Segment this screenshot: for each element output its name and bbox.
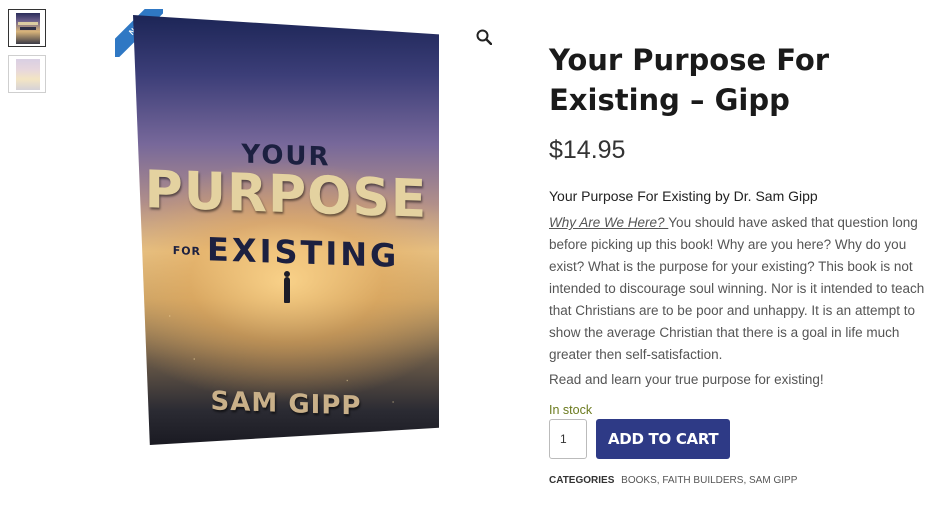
category-link-faith-builders[interactable]: FAITH BUILDERS <box>662 475 743 486</box>
description-body: You should have asked that question long… <box>549 215 925 362</box>
cover-line-3-prefix: FOR <box>172 243 202 258</box>
thumbnail-cover[interactable] <box>8 9 46 47</box>
category-link-books[interactable]: BOOKS <box>621 475 657 486</box>
thumbnail-list <box>8 9 48 101</box>
product-title: Your Purpose For Existing – Gipp <box>549 43 830 117</box>
product-description: Why Are We Here? You should have asked t… <box>549 212 944 366</box>
product-price: $14.95 <box>549 136 626 164</box>
cover-line-2: PURPOSE <box>144 160 428 230</box>
category-link-sam-gipp[interactable]: SAM GIPP <box>749 475 797 486</box>
book-cover-image[interactable]: YOUR PURPOSE FOR EXISTING SAM GIPP <box>133 15 439 445</box>
thumbnail-cover-alt[interactable] <box>8 55 46 93</box>
add-to-cart-button[interactable]: ADD TO CART <box>596 419 731 459</box>
thumbnail-detail <box>18 22 38 25</box>
thumbnail-image <box>16 59 40 90</box>
product-categories: CATEGORIES BOOKS, FAITH BUILDERS, SAM GI… <box>549 475 944 486</box>
description-heading: Your Purpose For Existing by Dr. Sam Gip… <box>549 188 818 204</box>
product-gallery: NEW YOUR PURPOSE FOREXISTING SAM GIPP <box>55 0 500 513</box>
cover-line-3-main: EXISTING <box>207 230 400 275</box>
add-to-cart-form: ADD TO CART <box>549 419 944 459</box>
product-summary: Your Purpose For Existing – Gipp $14.95 … <box>549 40 944 486</box>
stock-status: In stock <box>549 403 593 417</box>
zoom-button[interactable] <box>473 26 495 48</box>
person-silhouette <box>284 271 290 303</box>
thumbnail-detail <box>20 27 36 30</box>
description-tail: Read and learn your true purpose for exi… <box>549 372 824 387</box>
description-lead: Why Are We Here? <box>549 215 669 230</box>
categories-label: CATEGORIES <box>549 475 615 486</box>
magnifier-icon <box>476 29 492 45</box>
quantity-input[interactable] <box>549 419 587 459</box>
